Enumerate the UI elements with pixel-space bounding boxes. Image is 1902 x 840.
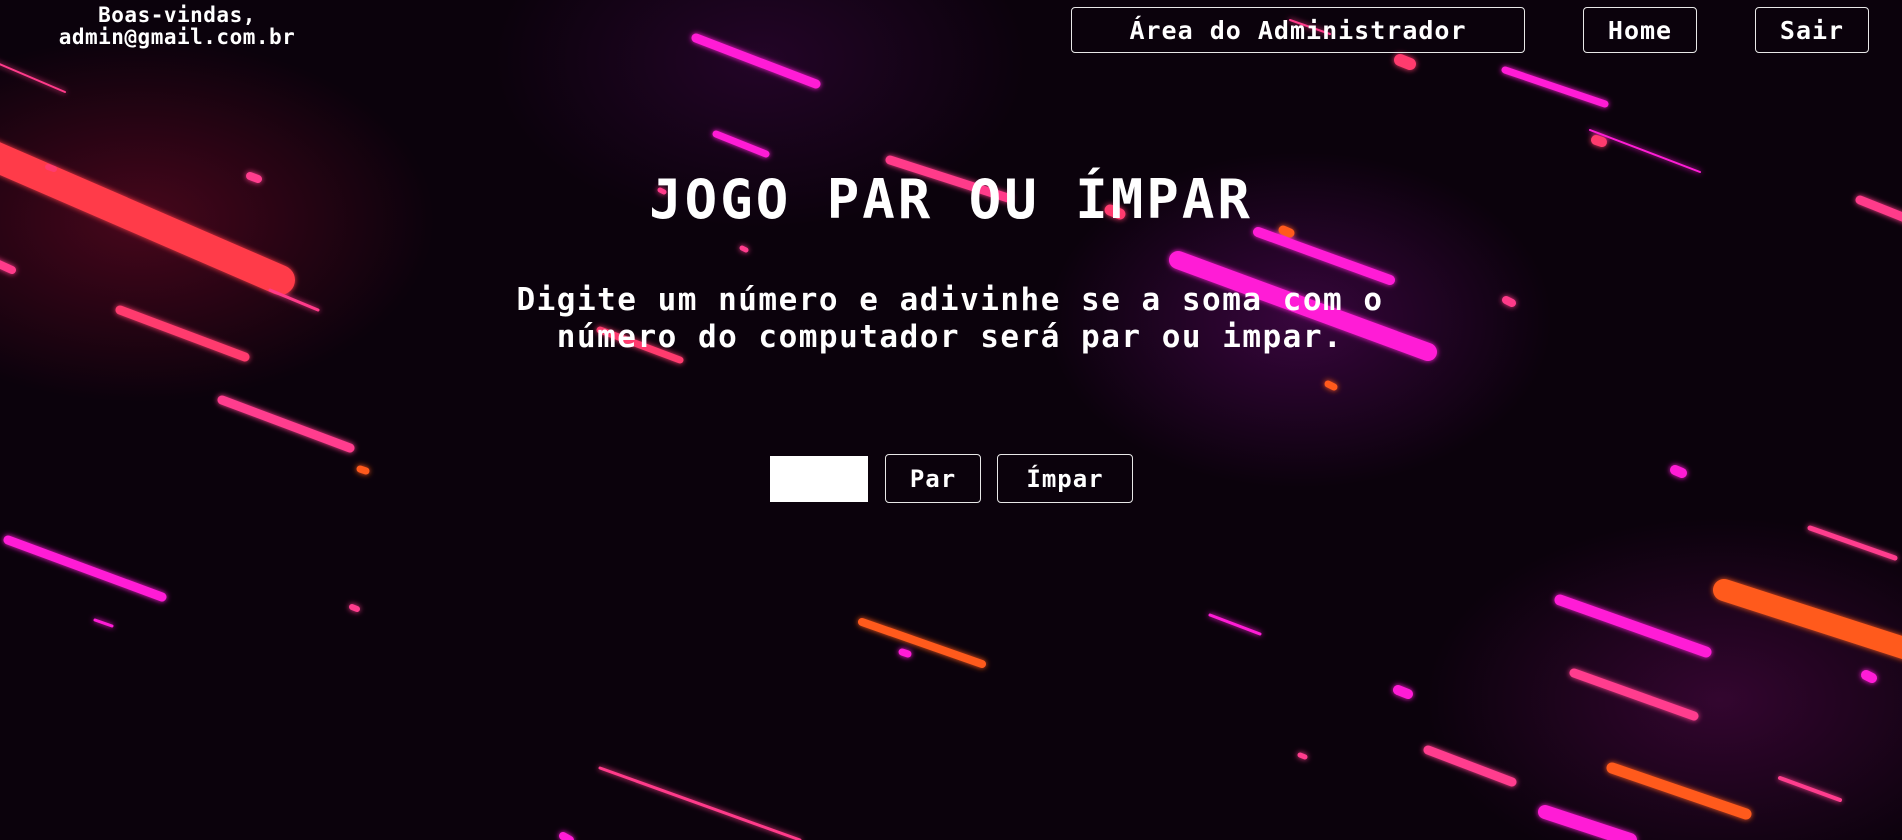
neon-streaks-background xyxy=(0,19,1902,840)
instructions-line-2: número do computador será par ou impar. xyxy=(556,319,1344,355)
page-title: JOGO PAR OU ÍMPAR xyxy=(649,168,1253,232)
home-button[interactable]: Home xyxy=(1583,7,1697,53)
welcome-greeting: Boas-vindas, xyxy=(98,3,256,27)
even-button[interactable]: Par xyxy=(885,454,981,503)
number-input[interactable] xyxy=(770,456,868,502)
welcome-message: Boas-vindas, admin@gmail.com.br xyxy=(22,4,332,48)
game-page: Boas-vindas, admin@gmail.com.br Área do … xyxy=(0,0,1902,840)
admin-area-button[interactable]: Área do Administrador xyxy=(1071,7,1525,53)
odd-button[interactable]: Ímpar xyxy=(997,454,1133,503)
instructions-line-1: Digite um número e adivinhe se a soma co… xyxy=(516,282,1384,318)
user-email: admin@gmail.com.br xyxy=(58,25,296,49)
game-instructions: Digite um número e adivinhe se a soma co… xyxy=(420,282,1480,356)
logout-button[interactable]: Sair xyxy=(1755,7,1869,53)
